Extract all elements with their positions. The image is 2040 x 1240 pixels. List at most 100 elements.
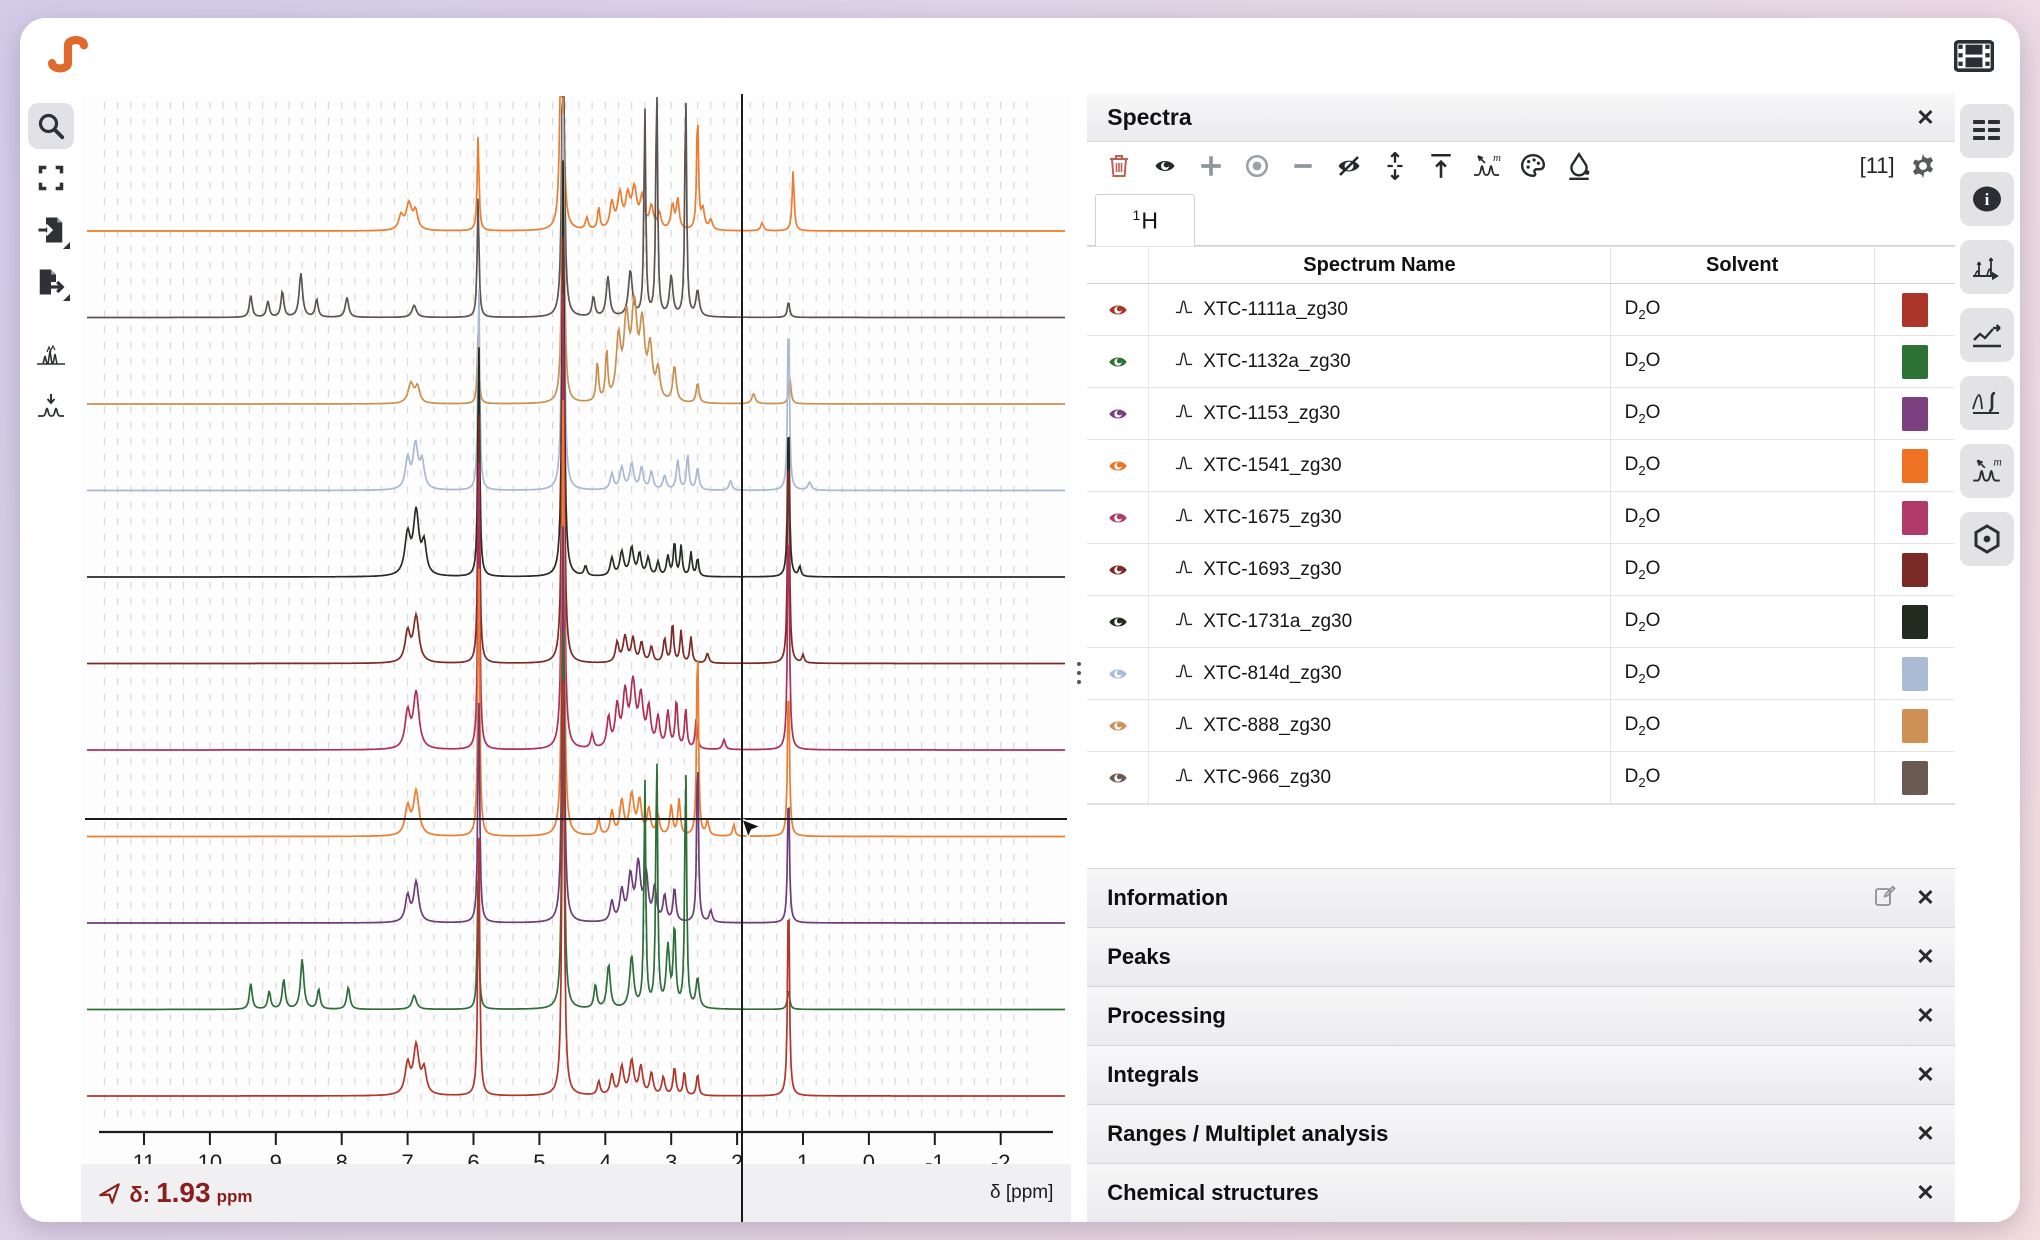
tab-1h[interactable]: 1H xyxy=(1095,194,1195,246)
apodization-button[interactable] xyxy=(28,385,74,431)
color-indicator[interactable] xyxy=(1875,492,1955,543)
multiple-spectra-analysis-button[interactable] xyxy=(28,333,74,379)
color-indicator[interactable] xyxy=(1875,388,1955,439)
visibility-eye-icon[interactable] xyxy=(1087,752,1149,803)
close-icon[interactable]: ✕ xyxy=(1916,107,1934,129)
axis-tick-label: 3 xyxy=(665,1150,677,1164)
close-icon[interactable]: ✕ xyxy=(1916,887,1934,909)
color-indicator[interactable] xyxy=(1875,700,1955,751)
delete-icon[interactable] xyxy=(1101,148,1137,184)
panel-resize-handle[interactable] xyxy=(1071,94,1087,1222)
spectrum-row[interactable]: XTC-1111a_zg30D2O xyxy=(1087,284,1954,336)
minus-icon[interactable] xyxy=(1285,148,1321,184)
color-indicator[interactable] xyxy=(1875,440,1955,491)
film-icon[interactable] xyxy=(1954,39,1994,73)
panel-title: Spectra xyxy=(1107,104,1191,131)
palette-icon[interactable] xyxy=(1515,148,1551,184)
visibility-eye-icon[interactable] xyxy=(1087,648,1149,699)
visibility-eye-icon[interactable] xyxy=(1087,284,1149,335)
color-indicator[interactable] xyxy=(1875,544,1955,595)
sidebar-multiplet-button[interactable]: m xyxy=(1960,444,2014,498)
color-indicator[interactable] xyxy=(1875,752,1955,803)
spectrum-row[interactable]: XTC-814d_zg30D2O xyxy=(1087,648,1954,700)
svg-text:m: m xyxy=(1493,152,1501,164)
left-toolbar xyxy=(20,94,81,1222)
close-icon[interactable]: ✕ xyxy=(1916,1123,1934,1145)
hide-eye-icon[interactable] xyxy=(1331,148,1367,184)
processing-icon xyxy=(1971,320,2003,350)
spectrum-row[interactable]: XTC-966_zg30D2O xyxy=(1087,752,1954,804)
accordion-integrals[interactable]: Integrals✕ xyxy=(1087,1045,1954,1104)
spectrum-name: XTC-1132a_zg30 xyxy=(1203,351,1351,373)
import-button[interactable] xyxy=(28,207,74,253)
accordion-processing[interactable]: Processing✕ xyxy=(1087,986,1954,1045)
visibility-eye-icon[interactable] xyxy=(1087,336,1149,387)
close-icon[interactable]: ✕ xyxy=(1916,946,1934,968)
sidebar-information-button[interactable]: i xyxy=(1960,172,2014,226)
accordion-ranges-multiplet-analysis[interactable]: Ranges / Multiplet analysis✕ xyxy=(1087,1104,1954,1163)
visibility-eye-icon[interactable] xyxy=(1087,492,1149,543)
close-icon[interactable]: ✕ xyxy=(1916,1064,1934,1086)
spectrum-row[interactable]: XTC-888_zg30D2O xyxy=(1087,700,1954,752)
circle-target-icon[interactable] xyxy=(1239,148,1275,184)
nmr-trace xyxy=(87,114,1065,491)
color-indicator[interactable] xyxy=(1875,284,1955,335)
spectrum-peak-icon xyxy=(1175,298,1193,322)
sidebar-structures-button[interactable] xyxy=(1960,512,2014,566)
spectrum-row[interactable]: XTC-1132a_zg30D2O xyxy=(1087,336,1954,388)
fullscreen-button[interactable] xyxy=(28,155,74,201)
spectrum-name: XTC-888_zg30 xyxy=(1203,715,1331,737)
sidebar-processing-button[interactable] xyxy=(1960,308,2014,362)
accordion-peaks[interactable]: Peaks ✕ xyxy=(1087,927,1954,986)
close-icon[interactable]: ✕ xyxy=(1916,1005,1934,1027)
top-bar xyxy=(20,18,2020,94)
spectra-viewer[interactable]: 11109876543210-1-2 δ: 1.93 ppm δ [ppm] xyxy=(81,94,1071,1222)
spectrum-peak-icon xyxy=(1175,454,1193,478)
sidebar-integrals-button[interactable] xyxy=(1960,376,2014,430)
visibility-eye-icon[interactable] xyxy=(1087,440,1149,491)
spectrum-name: XTC-1541_zg30 xyxy=(1203,455,1341,477)
spectrum-peak-icon xyxy=(1175,714,1193,738)
visibility-eye-icon[interactable] xyxy=(1087,544,1149,595)
color-indicator[interactable] xyxy=(1875,648,1955,699)
export-button[interactable] xyxy=(28,259,74,305)
viewer-footer: δ: 1.93 ppm δ [ppm] xyxy=(81,1164,1071,1222)
nmr-trace xyxy=(87,237,1065,663)
menu-corner-marker xyxy=(63,242,70,249)
spectrum-solvent: D2O xyxy=(1611,388,1875,439)
delta-unit: ppm xyxy=(217,1187,253,1207)
sidebar-peaks-button[interactable] xyxy=(1960,240,2014,294)
accordion-information[interactable]: Information ✕ xyxy=(1087,868,1954,927)
fill-color-icon[interactable] xyxy=(1561,148,1597,184)
accordion-label: Peaks xyxy=(1107,944,1171,970)
color-indicator[interactable] xyxy=(1875,596,1955,647)
export-icon xyxy=(36,267,66,297)
edit-icon[interactable] xyxy=(1872,884,1898,913)
spectrum-row[interactable]: XTC-1541_zg30 D2O xyxy=(1087,440,1954,492)
accordion-chemical-structures[interactable]: Chemical structures✕ xyxy=(1087,1163,1954,1222)
color-indicator[interactable] xyxy=(1875,336,1955,387)
multiplet-add-icon[interactable]: m xyxy=(1469,148,1505,184)
visibility-eye-icon[interactable] xyxy=(1087,700,1149,751)
spectrum-peak-icon xyxy=(1175,350,1193,374)
visibility-eye-icon[interactable] xyxy=(1087,388,1149,439)
spectrum-solvent: D2O xyxy=(1611,440,1875,491)
spectrum-row[interactable]: XTC-1693_zg30D2O xyxy=(1087,544,1954,596)
add-icon[interactable] xyxy=(1193,148,1229,184)
align-top-icon[interactable] xyxy=(1423,148,1459,184)
spectrum-row[interactable]: XTC-1731a_zg30D2O xyxy=(1087,596,1954,648)
sidebar-spectra-button[interactable] xyxy=(1960,104,2014,158)
unfold-vertical-icon[interactable] xyxy=(1377,148,1413,184)
accordion-label: Information xyxy=(1107,885,1228,911)
spectrum-row[interactable]: XTC-1675_zg30D2O xyxy=(1087,492,1954,544)
visibility-eye-icon[interactable] xyxy=(1087,596,1149,647)
spectra-panel-header[interactable]: Spectra ✕ xyxy=(1087,94,1954,142)
nucleus-tab-bar: 1H xyxy=(1087,190,1954,246)
settings-gear-icon[interactable] xyxy=(1905,148,1941,184)
zoom-tool-button[interactable] xyxy=(28,103,74,149)
spectrum-row[interactable]: XTC-1153_zg30D2O xyxy=(1087,388,1954,440)
close-icon[interactable]: ✕ xyxy=(1916,1182,1934,1204)
show-eye-icon[interactable] xyxy=(1147,148,1183,184)
spectra-table-header: Spectrum Name Solvent xyxy=(1087,246,1954,284)
app-window: 11109876543210-1-2 δ: 1.93 ppm δ [ppm] S… xyxy=(20,18,2020,1222)
